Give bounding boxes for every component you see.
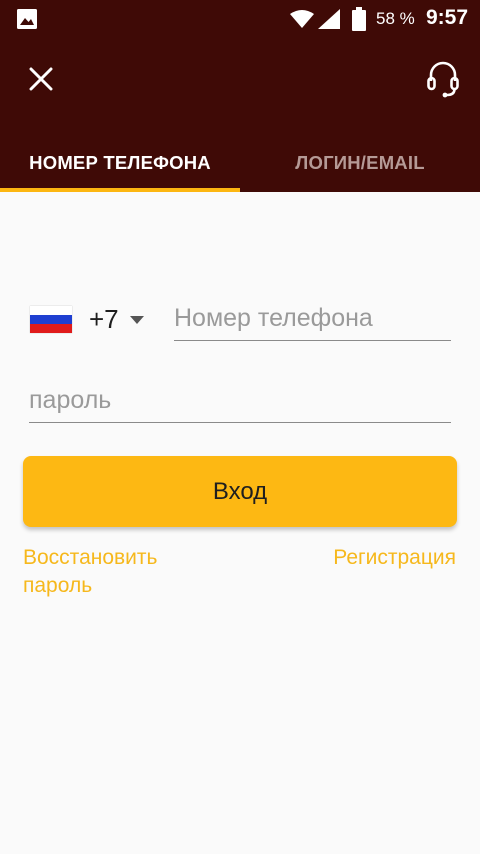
gallery-icon xyxy=(16,8,38,35)
battery-icon xyxy=(352,7,366,36)
restore-password-link[interactable]: Восстановить пароль xyxy=(23,544,223,600)
tab-phone-number[interactable]: НОМЕР ТЕЛЕФОНА xyxy=(0,134,240,192)
close-button[interactable] xyxy=(20,58,62,100)
russia-flag-icon xyxy=(30,305,72,333)
wifi-icon xyxy=(290,10,314,33)
tab-login-email[interactable]: ЛОГИН/EMAIL xyxy=(240,134,480,192)
country-code-selector[interactable]: +7 xyxy=(30,298,160,340)
status-bar: 58 % 9:57 xyxy=(0,0,480,38)
country-code: +7 xyxy=(89,303,119,334)
password-input[interactable] xyxy=(29,378,451,423)
status-clock: 9:57 xyxy=(426,6,469,29)
support-button[interactable] xyxy=(420,56,466,102)
close-icon xyxy=(29,67,53,91)
app-header: 58 % 9:57 НОМЕР ТЕЛЕФОНА ЛОГИН/EMAIL xyxy=(0,0,480,192)
battery-percentage: 58 % xyxy=(376,9,415,28)
active-tab-indicator xyxy=(0,188,240,192)
headset-icon xyxy=(427,61,459,98)
phone-number-input[interactable] xyxy=(174,296,451,341)
dropdown-arrow-icon xyxy=(129,316,144,324)
register-link[interactable]: Регистрация xyxy=(333,544,456,572)
signal-icon xyxy=(318,9,340,34)
login-button[interactable]: Вход xyxy=(23,456,457,527)
